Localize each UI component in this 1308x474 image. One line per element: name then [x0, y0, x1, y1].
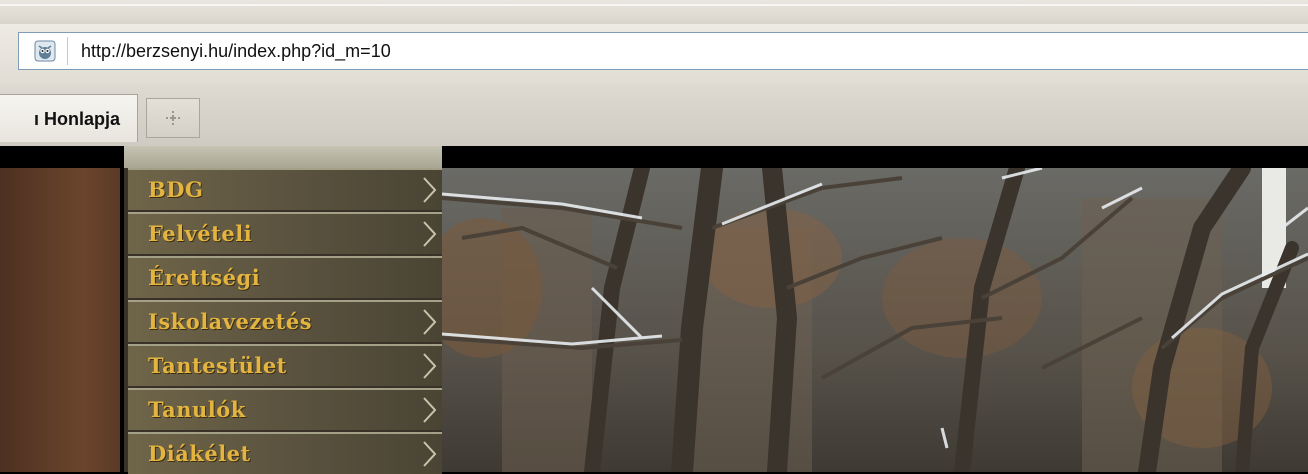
- chevron-right-icon: [423, 397, 437, 423]
- title-strip-highlight: [0, 4, 1308, 6]
- tab-bar: ı Honlapja: [0, 84, 1308, 147]
- menu-item-label: Érettségi: [148, 265, 261, 290]
- left-brown-panel: [0, 168, 120, 472]
- chevron-right-icon: [423, 221, 437, 247]
- menu-item-label: Diákélet: [148, 441, 251, 466]
- navigation-toolbar: http://berzsenyi.hu/index.php?id_m=10: [0, 24, 1308, 84]
- menu-item-felveteli[interactable]: Felvételi: [128, 212, 442, 254]
- browser-title-strip: [0, 0, 1308, 25]
- menu-item-label: Felvételi: [148, 221, 253, 246]
- menu-item-diakelet[interactable]: Diákélet: [128, 432, 442, 474]
- chevron-right-icon: [423, 353, 437, 379]
- menu-item-label: Tantestület: [148, 353, 287, 378]
- tab-title: ı Honlapja: [33, 109, 120, 129]
- snowy-trees-photo: [442, 168, 1308, 472]
- menu-header-bar: [124, 146, 442, 168]
- owl-favicon-icon: [23, 37, 68, 65]
- menu-item-erettsegi[interactable]: Érettségi: [128, 256, 442, 298]
- main-menu: BDG Felvételi Érettségi Iskolavezetés Ta…: [124, 168, 442, 474]
- chevron-right-icon: [423, 441, 437, 467]
- new-tab-icon: [166, 111, 180, 125]
- menu-item-label: Tanulók: [148, 397, 246, 422]
- snowy-trees-illustration: [442, 168, 1308, 472]
- menu-item-iskolavezetes[interactable]: Iskolavezetés: [128, 300, 442, 342]
- chevron-right-icon: [423, 177, 437, 203]
- address-bar[interactable]: http://berzsenyi.hu/index.php?id_m=10: [18, 32, 1308, 70]
- menu-item-tantestulet[interactable]: Tantestület: [128, 344, 442, 386]
- page-content: BDG Felvételi Érettségi Iskolavezetés Ta…: [0, 146, 1308, 474]
- menu-item-label: Iskolavezetés: [148, 309, 313, 334]
- chevron-right-icon: [423, 309, 437, 335]
- url-text[interactable]: http://berzsenyi.hu/index.php?id_m=10: [81, 33, 391, 69]
- new-tab-button[interactable]: [146, 98, 200, 138]
- tab-active[interactable]: ı Honlapja: [0, 94, 138, 142]
- menu-item-label: BDG: [148, 177, 204, 202]
- menu-item-tanulok[interactable]: Tanulók: [128, 388, 442, 430]
- menu-item-bdg[interactable]: BDG: [128, 168, 442, 210]
